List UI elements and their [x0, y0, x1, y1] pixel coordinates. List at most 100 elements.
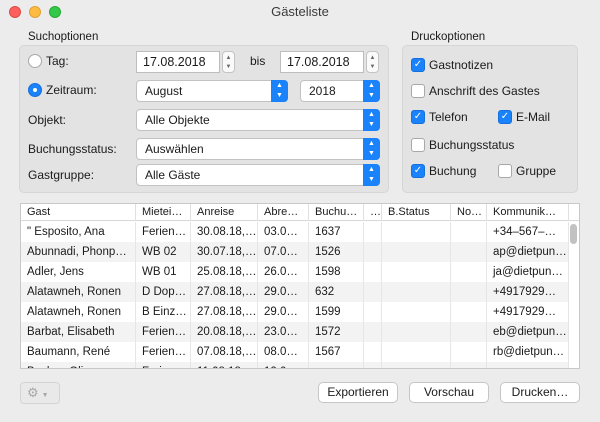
table-cell: 1526: [309, 242, 364, 262]
telefon-label: Telefon: [429, 110, 468, 124]
year-value: 2018: [309, 84, 336, 98]
gastnotizen-checkbox[interactable]: ✓: [411, 58, 425, 72]
buchung-checkbox[interactable]: ✓: [411, 164, 425, 178]
preview-button[interactable]: Vorschau: [409, 382, 489, 403]
buchungsstatus-checkbox[interactable]: [411, 138, 425, 152]
table-cell: 03.0…: [258, 222, 309, 242]
objekt-label: Objekt:: [28, 113, 67, 127]
table-cell: 07.08.18,…: [191, 342, 258, 362]
chevron-updown-icon: ▲ ▼: [363, 138, 380, 160]
bis-date-stepper[interactable]: ▲ ▼: [366, 51, 379, 73]
column-header[interactable]: Mietei…: [136, 204, 191, 221]
tag-date-field[interactable]: 17.08.2018: [136, 51, 220, 73]
window-title: Gästeliste: [271, 4, 329, 19]
buchung-label: Buchung: [429, 164, 477, 178]
column-header[interactable]: B.Status: [382, 204, 451, 221]
column-header[interactable]: Buchu…: [309, 204, 364, 221]
zeitraum-label: Zeitraum:: [46, 83, 97, 97]
table-row[interactable]: Barbat, Elisabeth Ferien… 20.08.18,… 23.0… 1…: [21, 322, 569, 342]
print-button[interactable]: Drucken…: [500, 382, 580, 403]
table-cell: 632: [309, 282, 364, 302]
column-header[interactable]: Anreise: [191, 204, 258, 221]
table-cell: 1572: [309, 322, 364, 342]
search-options-label: Suchoptionen: [28, 31, 99, 43]
table-cell: [382, 282, 451, 302]
table-cell: [451, 302, 487, 322]
table-row[interactable]: Becher, OliverFerien…11.08.18,…12.0…: [21, 362, 569, 368]
buchungsstatus-print-label: Buchungsstatus: [429, 138, 515, 152]
table-row[interactable]: Baumann, René Ferien… 07.08.18,… 08.0… 1567 r…: [21, 342, 569, 362]
column-header[interactable]: No…: [451, 204, 487, 221]
table-cell: [382, 262, 451, 282]
table-cell: 1598: [309, 262, 364, 282]
column-header[interactable]: Gast: [21, 204, 136, 221]
table-cell: 27.08.18,…: [191, 282, 258, 302]
month-value: August: [145, 84, 183, 98]
table-cell: [364, 362, 382, 368]
table-cell: [309, 362, 364, 368]
table-scrollbar[interactable]: [570, 224, 577, 244]
year-popup[interactable]: 2018 ▲ ▼: [300, 80, 380, 102]
bis-label: bis: [250, 54, 266, 68]
table-row[interactable]: " Esposito, Ana Ferien… 30.08.18,… 03.0… 163…: [21, 222, 569, 242]
table-cell: Adler, Jens: [21, 262, 136, 282]
month-popup[interactable]: August ▲ ▼: [136, 80, 288, 102]
table-cell: [382, 362, 451, 368]
table-cell: ja@dietpun…: [487, 262, 569, 282]
table-cell: eb@dietpun…: [487, 322, 569, 342]
table-cell: [364, 222, 382, 242]
tag-date-stepper[interactable]: ▲ ▼: [222, 51, 235, 73]
bis-date-field[interactable]: 17.08.2018: [280, 51, 364, 73]
column-header[interactable]: Kommunik…: [487, 204, 569, 221]
table-cell: 20.08.18,…: [191, 322, 258, 342]
table-cell: [451, 282, 487, 302]
table-cell: 27.08.18,…: [191, 302, 258, 322]
table-cell: Baumann, René: [21, 342, 136, 362]
gruppe-checkbox[interactable]: [498, 164, 512, 178]
table-cell: [382, 302, 451, 322]
table-cell: [451, 342, 487, 362]
email-checkbox[interactable]: ✓: [498, 110, 512, 124]
table-row[interactable]: Alatawneh, Ronen D Dop… 27.08.18,… 29.0… 632…: [21, 282, 569, 302]
anschrift-checkbox[interactable]: [411, 84, 425, 98]
table-row[interactable]: Abunnadi, Phonp… WB 02 30.07.18,… 07.0… 1526…: [21, 242, 569, 262]
table-cell: [382, 342, 451, 362]
table-cell: 29.0…: [258, 282, 309, 302]
email-label: E-Mail: [516, 110, 551, 124]
table-cell: 11.08.18,…: [191, 362, 258, 368]
telefon-checkbox[interactable]: ✓: [411, 110, 425, 124]
chevron-down-icon: ▼: [41, 392, 49, 399]
column-header[interactable]: …: [364, 204, 382, 221]
chevron-updown-icon: ▲ ▼: [363, 80, 380, 102]
column-header[interactable]: Abre…: [258, 204, 309, 221]
table-row[interactable]: Alatawneh, Ronen B Einz… 27.08.18,… 29.0… 15…: [21, 302, 569, 322]
table-cell: [364, 322, 382, 342]
table-cell: D Dop…: [136, 282, 191, 302]
tag-label: Tag:: [46, 54, 69, 68]
buchungsstatus-value: Auswählen: [145, 142, 204, 156]
tag-radio[interactable]: [28, 54, 42, 68]
gear-menu-button[interactable]: ⚙ ▼: [20, 382, 60, 404]
table-cell: 07.0…: [258, 242, 309, 262]
buchungsstatus-label: Buchungsstatus:: [28, 142, 117, 156]
objekt-value: Alle Objekte: [145, 113, 210, 127]
table-row[interactable]: Adler, Jens WB 01 25.08.18,… 26.0… 1598 ja@di…: [21, 262, 569, 282]
export-button[interactable]: Exportieren: [318, 382, 398, 403]
table-cell: 08.0…: [258, 342, 309, 362]
table-cell: [364, 242, 382, 262]
anschrift-label: Anschrift des Gastes: [429, 84, 540, 98]
table-cell: 23.0…: [258, 322, 309, 342]
table-cell: WB 02: [136, 242, 191, 262]
guest-table[interactable]: Gast Mietei… Anreise Abre… Buchu… … B.St…: [20, 203, 580, 369]
table-cell: +4917929…: [487, 302, 569, 322]
objekt-popup[interactable]: Alle Objekte ▲ ▼: [136, 109, 380, 131]
buchungsstatus-popup[interactable]: Auswählen ▲ ▼: [136, 138, 380, 160]
table-cell: [451, 362, 487, 368]
table-cell: 1637: [309, 222, 364, 242]
gastgruppe-popup[interactable]: Alle Gäste ▲ ▼: [136, 164, 380, 186]
zeitraum-radio[interactable]: [28, 83, 42, 97]
chevron-updown-icon: ▲ ▼: [363, 164, 380, 186]
table-cell: [364, 302, 382, 322]
table-cell: 1567: [309, 342, 364, 362]
table-cell: [487, 362, 569, 368]
